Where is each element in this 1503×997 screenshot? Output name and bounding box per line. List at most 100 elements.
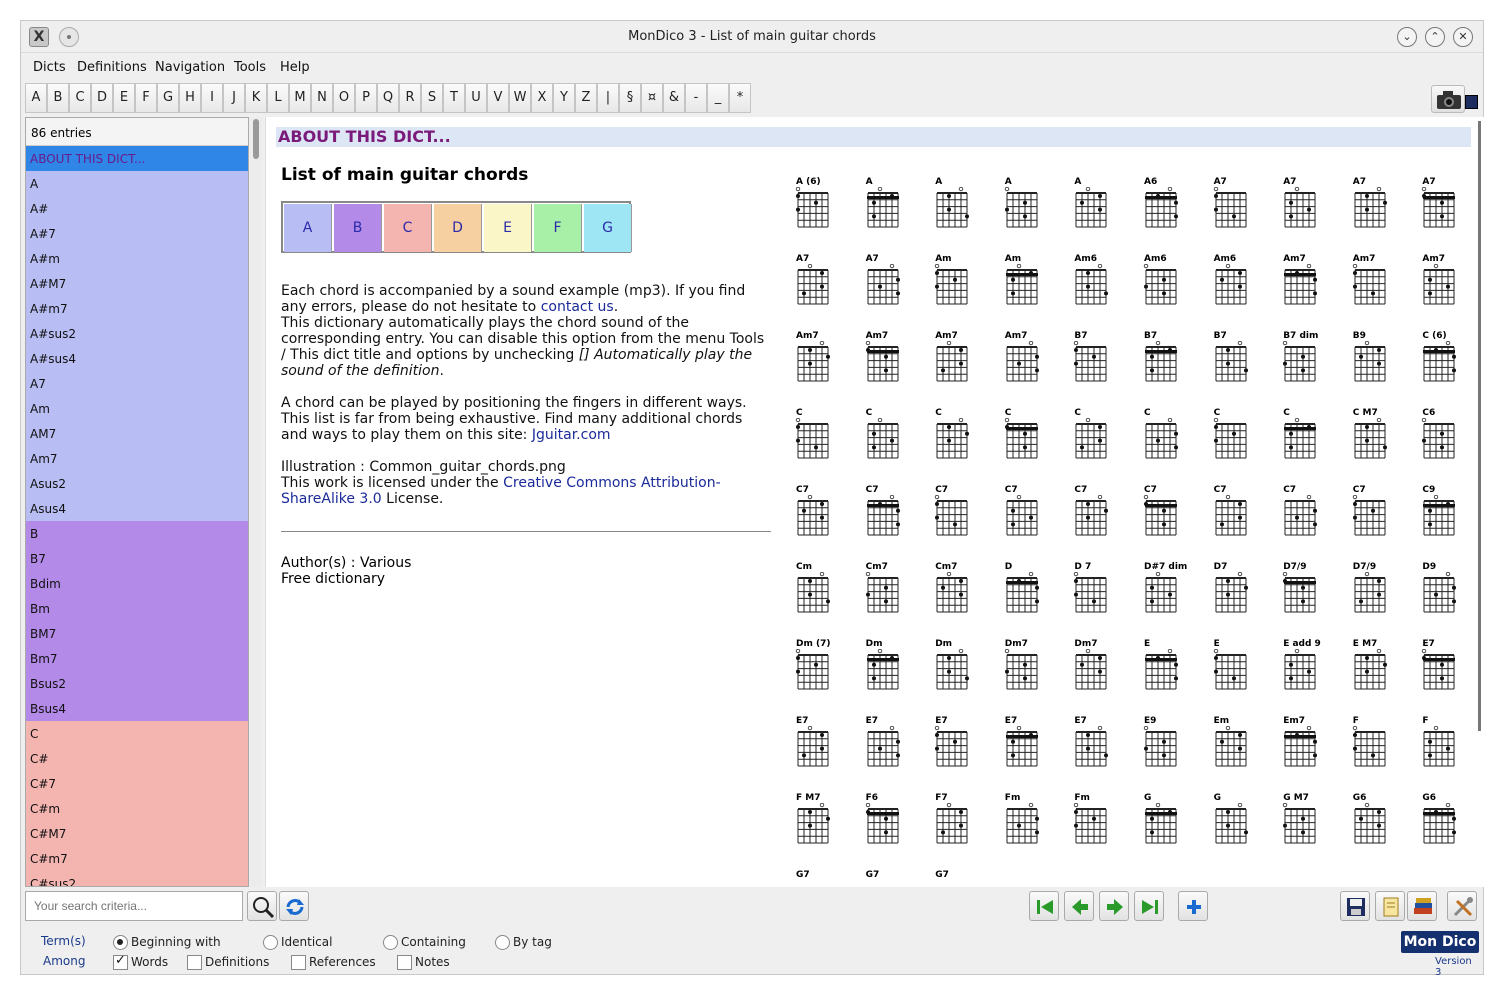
entries-scrollbar[interactable]	[250, 117, 262, 887]
letter-button[interactable]: F	[135, 83, 157, 113]
list-item[interactable]: A#7	[26, 221, 248, 246]
previous-entry-button[interactable]	[1064, 891, 1094, 921]
list-item[interactable]: Bsus2	[26, 671, 248, 696]
letter-index-cell[interactable]: D	[434, 204, 482, 252]
minimize-button[interactable]: ⌄	[1397, 27, 1417, 47]
list-item[interactable]: Asus2	[26, 471, 248, 496]
list-item[interactable]: Bdim	[26, 571, 248, 596]
letter-button[interactable]: K	[245, 83, 267, 113]
letter-button[interactable]: W	[509, 83, 531, 113]
letter-button[interactable]: U	[465, 83, 487, 113]
letter-button[interactable]: O	[333, 83, 355, 113]
letter-button[interactable]: Z	[575, 83, 597, 113]
next-entry-button[interactable]	[1099, 891, 1129, 921]
letter-button[interactable]: Q	[377, 83, 399, 113]
search-input[interactable]	[25, 891, 243, 921]
list-item[interactable]: A7	[26, 371, 248, 396]
letter-button[interactable]: C	[69, 83, 91, 113]
menu-help[interactable]: Help	[280, 60, 310, 75]
maximize-button[interactable]: ⌃	[1425, 27, 1445, 47]
check-notes[interactable]: Notes	[397, 955, 450, 970]
letter-button[interactable]: ¤	[641, 83, 663, 113]
list-item[interactable]: Am7	[26, 446, 248, 471]
list-item[interactable]: BM7	[26, 621, 248, 646]
letter-button[interactable]: |	[597, 83, 619, 113]
list-item[interactable]: Bsus4	[26, 696, 248, 721]
list-item[interactable]: A#m7	[26, 296, 248, 321]
letter-index-cell[interactable]: C	[384, 204, 432, 252]
letter-button[interactable]: A	[25, 83, 47, 113]
menu-dicts[interactable]: Dicts	[33, 60, 66, 75]
list-item[interactable]: Bm	[26, 596, 248, 621]
letter-button[interactable]: &	[663, 83, 685, 113]
list-item[interactable]: B	[26, 521, 248, 546]
list-item[interactable]: AM7	[26, 421, 248, 446]
list-item[interactable]: A#M7	[26, 271, 248, 296]
list-item[interactable]: A#sus2	[26, 321, 248, 346]
letter-index-cell[interactable]: B	[334, 204, 382, 252]
radio-containing[interactable]: Containing	[383, 935, 466, 950]
menu-definitions[interactable]: Definitions	[77, 60, 147, 75]
list-item[interactable]: ABOUT THIS DICT...	[26, 146, 248, 171]
list-item[interactable]: A#m	[26, 246, 248, 271]
list-item[interactable]: C#m7	[26, 846, 248, 871]
letter-button[interactable]: V	[487, 83, 509, 113]
search-button[interactable]	[247, 891, 277, 921]
radio-beginning-with[interactable]: Beginning with	[113, 935, 221, 950]
letter-button[interactable]: B	[47, 83, 69, 113]
letter-button[interactable]: §	[619, 83, 641, 113]
letter-button[interactable]: H	[179, 83, 201, 113]
letter-index-cell[interactable]: A	[284, 204, 332, 252]
list-item[interactable]: A#	[26, 196, 248, 221]
refresh-button[interactable]	[279, 891, 309, 921]
list-item[interactable]: C#	[26, 746, 248, 771]
list-item[interactable]: B7	[26, 546, 248, 571]
save-button[interactable]	[1340, 891, 1370, 921]
list-item[interactable]: Asus4	[26, 496, 248, 521]
letter-button[interactable]: P	[355, 83, 377, 113]
letter-index-cell[interactable]: G	[584, 204, 632, 252]
letter-button[interactable]: Y	[553, 83, 575, 113]
letter-button[interactable]: M	[289, 83, 311, 113]
list-item[interactable]: C	[26, 721, 248, 746]
check-words[interactable]: Words	[113, 953, 168, 970]
save-small-icon[interactable]	[1465, 95, 1478, 109]
letter-button[interactable]: I	[201, 83, 223, 113]
radio-by-tag[interactable]: By tag	[495, 935, 552, 950]
check-references[interactable]: References	[291, 955, 376, 970]
list-item[interactable]: C#m	[26, 796, 248, 821]
letter-index-cell[interactable]: F	[534, 204, 582, 252]
add-entry-button[interactable]	[1178, 891, 1208, 921]
jguitar-link[interactable]: Jguitar.com	[532, 427, 611, 443]
dictionaries-button[interactable]	[1407, 891, 1437, 921]
list-item[interactable]: Bm7	[26, 646, 248, 671]
settings-button[interactable]	[1447, 891, 1477, 921]
list-item[interactable]: C#sus2	[26, 871, 248, 886]
check-definitions[interactable]: Definitions	[187, 955, 269, 970]
last-entry-button[interactable]	[1134, 891, 1164, 921]
notes-button[interactable]	[1375, 891, 1405, 921]
list-item[interactable]: A	[26, 171, 248, 196]
first-entry-button[interactable]	[1029, 891, 1059, 921]
list-item[interactable]: A#sus4	[26, 346, 248, 371]
letter-button[interactable]: N	[311, 83, 333, 113]
letter-index-cell[interactable]: E	[484, 204, 532, 252]
menu-tools[interactable]: Tools	[234, 60, 266, 75]
letter-button[interactable]: X	[531, 83, 553, 113]
letter-button[interactable]: T	[443, 83, 465, 113]
close-button[interactable]: ✕	[1453, 27, 1473, 47]
letter-button[interactable]: E	[113, 83, 135, 113]
letter-button[interactable]: S	[421, 83, 443, 113]
menu-navigation[interactable]: Navigation	[155, 60, 225, 75]
camera-button[interactable]	[1431, 85, 1465, 113]
letter-button[interactable]: -	[685, 83, 707, 113]
letter-button[interactable]: D	[91, 83, 113, 113]
contact-us-link[interactable]: contact us	[541, 299, 614, 315]
letter-button[interactable]: _	[707, 83, 729, 113]
letter-button[interactable]: J	[223, 83, 245, 113]
list-item[interactable]: Am	[26, 396, 248, 421]
letter-button[interactable]: G	[157, 83, 179, 113]
letter-button[interactable]: L	[267, 83, 289, 113]
letter-button[interactable]: *	[729, 83, 751, 113]
list-item[interactable]: C#M7	[26, 821, 248, 846]
